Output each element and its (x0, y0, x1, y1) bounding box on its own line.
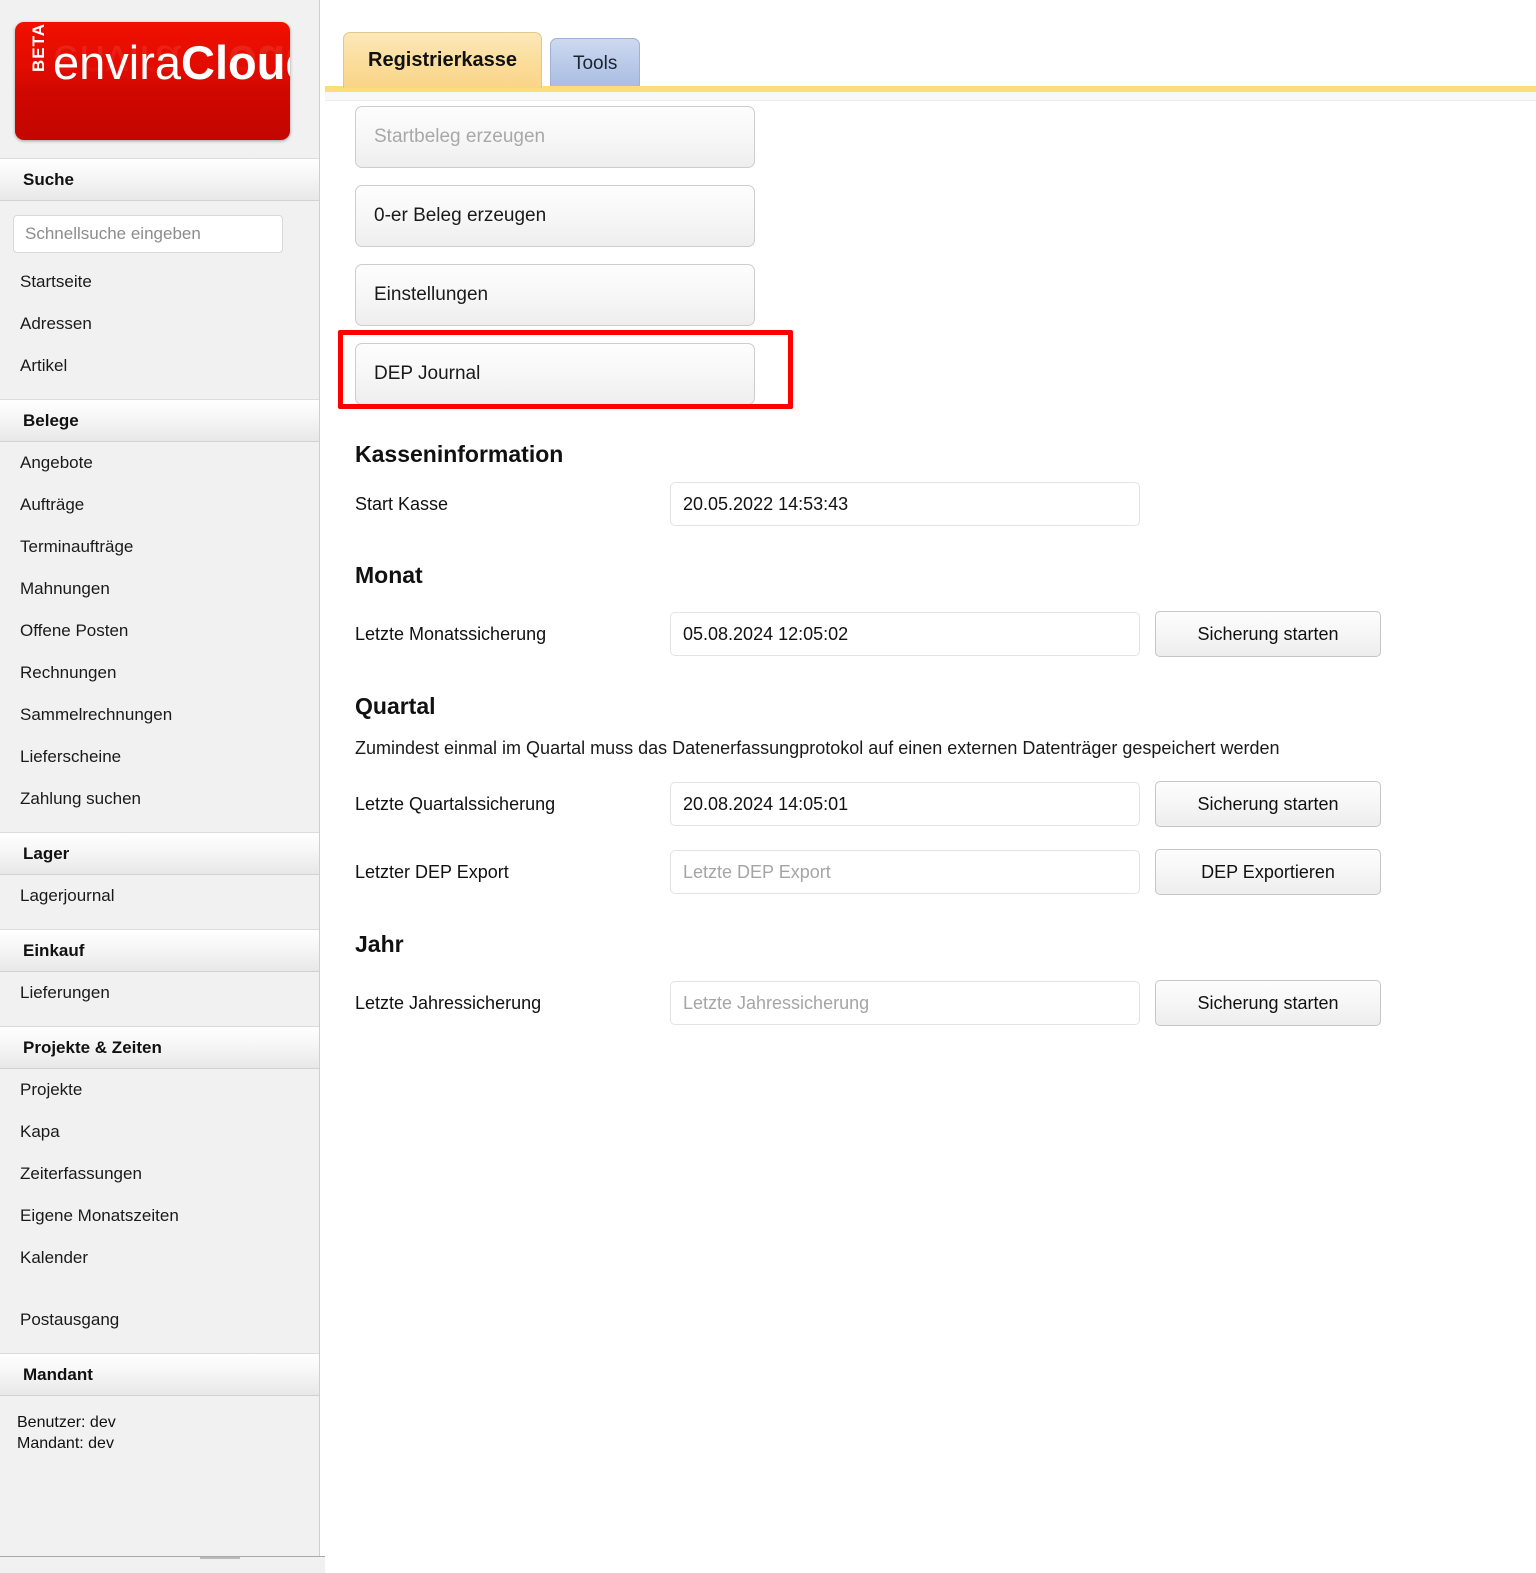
sidebar-section-header-mandant: Mandant (0, 1353, 319, 1396)
beta-badge-label: BETA (29, 22, 48, 72)
quartal-heading: Quartal (355, 693, 436, 719)
sidebar-item-zahlung-suchen[interactable]: Zahlung suchen (0, 778, 319, 820)
kasseninformation-heading: Kasseninformation (355, 441, 564, 467)
sidebar-item-terminauftraege[interactable]: Terminaufträge (0, 526, 319, 568)
benutzer-line: Benutzer: dev (17, 1414, 116, 1431)
search-field-wrap (0, 201, 319, 261)
sidebar-item-lagerjournal[interactable]: Lagerjournal (0, 875, 319, 917)
sidebar-section-header-einkauf: Einkauf (0, 929, 319, 972)
sidebar-section-body-projekte-zeiten: Projekte Kapa Zeiterfassungen Eigene Mon… (0, 1069, 319, 1353)
letzte-quartalssicherung-row: Letzte Quartalssicherung Sicherung start… (355, 781, 1536, 827)
sidebar-item-sammelrechnungen[interactable]: Sammelrechnungen (0, 694, 319, 736)
sidebar-section-header-projekte-zeiten: Projekte & Zeiten (0, 1026, 319, 1069)
letzte-jahressicherung-row: Letzte Jahressicherung Sicherung starten (355, 980, 1536, 1026)
start-kasse-value-input[interactable] (670, 482, 1140, 526)
sidebar-item-postausgang[interactable]: Postausgang (0, 1299, 319, 1341)
sidebar-item-zeiterfassungen[interactable]: Zeiterfassungen (0, 1153, 319, 1195)
sidebar-item-lieferscheine[interactable]: Lieferscheine (0, 736, 319, 778)
sidebar-section-header-lager: Lager (0, 832, 319, 875)
logo-badge: BETA enviraCloud enviraCloud (15, 22, 290, 140)
tab-registrierkasse[interactable]: Registrierkasse (343, 32, 542, 88)
sidebar-item-auftraege[interactable]: Aufträge (0, 484, 319, 526)
sidebar-item-kalender[interactable]: Kalender (0, 1237, 319, 1279)
sidebar-section-header-belege: Belege (0, 399, 319, 442)
registrierkasse-panel: Startbeleg erzeugen 0-er Beleg erzeugen … (325, 88, 1536, 1026)
sidebar-item-artikel[interactable]: Artikel (0, 345, 319, 387)
sidebar: BETA enviraCloud enviraCloud Suche Start… (0, 0, 320, 1556)
sidebar-item-offene-posten[interactable]: Offene Posten (0, 610, 319, 652)
sidebar-item-rechnungen[interactable]: Rechnungen (0, 652, 319, 694)
sidebar-item-lieferungen[interactable]: Lieferungen (0, 972, 319, 1014)
letzter-dep-export-input[interactable] (670, 850, 1140, 894)
dep-journal-button[interactable]: DEP Journal (355, 343, 755, 405)
sidebar-item-adressen[interactable]: Adressen (0, 303, 319, 345)
search-input[interactable] (13, 215, 283, 253)
start-kasse-row: Start Kasse (355, 482, 1536, 526)
monat-sicherung-starten-button[interactable]: Sicherung starten (1155, 611, 1381, 657)
sidebar-item-eigene-monatszeiten[interactable]: Eigene Monatszeiten (0, 1195, 319, 1237)
sidebar-item-angebote[interactable]: Angebote (0, 442, 319, 484)
sidebar-section-header-suche: Suche (0, 158, 319, 201)
sidebar-section-body-suche: Startseite Adressen Artikel (0, 201, 319, 399)
letzte-monatssicherung-row: Letzte Monatssicherung Sicherung starten (355, 611, 1536, 657)
startbeleg-erzeugen-button[interactable]: Startbeleg erzeugen (355, 106, 755, 168)
start-kasse-label: Start Kasse (355, 493, 449, 514)
null-beleg-erzeugen-button[interactable]: 0-er Beleg erzeugen (355, 185, 755, 247)
scrollbar-tick (200, 1557, 240, 1559)
letzter-dep-export-label: Letzter DEP Export (355, 861, 509, 882)
letzte-monatssicherung-label: Letzte Monatssicherung (355, 623, 547, 644)
sidebar-item-mahnungen[interactable]: Mahnungen (0, 568, 319, 610)
einstellungen-button[interactable]: Einstellungen (355, 264, 755, 326)
mandant-info: Benutzer: dev Mandant: dev (0, 1396, 319, 1464)
logo-reflection: enviraCloud (53, 36, 290, 89)
jahr-heading: Jahr (355, 931, 404, 957)
letzte-quartalssicherung-input[interactable] (670, 782, 1140, 826)
letzter-dep-export-row: Letzter DEP Export DEP Exportieren (355, 849, 1536, 895)
quartal-note: Zumindest einmal im Quartal muss das Dat… (355, 738, 1280, 758)
dep-exportieren-button[interactable]: DEP Exportieren (1155, 849, 1381, 895)
sidebar-section-body-einkauf: Lieferungen (0, 972, 319, 1026)
sidebar-section-body-lager: Lagerjournal (0, 875, 319, 929)
tab-tools[interactable]: Tools (549, 38, 641, 88)
sidebar-section-body-belege: Angebote Aufträge Terminaufträge Mahnung… (0, 442, 319, 832)
jahr-sicherung-starten-button[interactable]: Sicherung starten (1155, 980, 1381, 1026)
letzte-jahressicherung-label: Letzte Jahressicherung (355, 992, 542, 1013)
sidebar-item-startseite[interactable]: Startseite (0, 261, 319, 303)
sidebar-item-projekte[interactable]: Projekte (0, 1069, 319, 1111)
letzte-monatssicherung-input[interactable] (670, 612, 1140, 656)
quartal-sicherung-starten-button[interactable]: Sicherung starten (1155, 781, 1381, 827)
main-content: Registrierkasse Tools Startbeleg erzeuge… (325, 0, 1536, 1573)
monat-heading: Monat (355, 562, 423, 588)
brand-logo[interactable]: BETA enviraCloud enviraCloud (0, 0, 319, 158)
letzte-jahressicherung-input[interactable] (670, 981, 1140, 1025)
sidebar-item-kapa[interactable]: Kapa (0, 1111, 319, 1153)
app-root: BETA enviraCloud enviraCloud Suche Start… (0, 0, 1536, 1573)
tab-bar: Registrierkasse Tools (325, 0, 1536, 88)
mandant-line: Mandant: dev (17, 1435, 114, 1452)
letzte-quartalssicherung-label: Letzte Quartalssicherung (355, 793, 556, 814)
